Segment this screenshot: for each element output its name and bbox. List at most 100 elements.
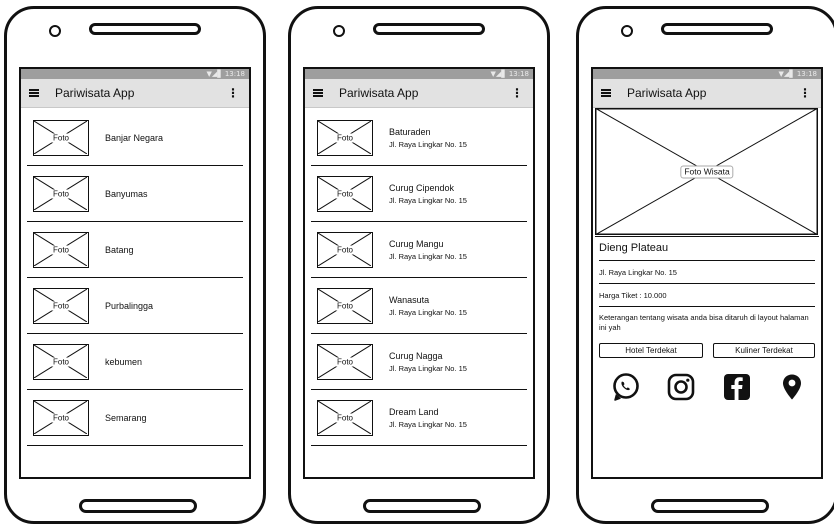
photo-placeholder: Foto xyxy=(33,343,89,380)
list-item[interactable]: Foto Curug Nagga Jl. Raya Lingkar No. 15 xyxy=(311,334,527,390)
screen-region-list: ▼◢▋ 13:18 Pariwisata App ⋮ Foto Banjar N… xyxy=(19,67,251,479)
more-options-icon[interactable]: ⋮ xyxy=(797,86,813,100)
menu-icon[interactable] xyxy=(601,89,611,97)
region-list: Foto Banjar Negara Foto Banyumas Foto Ba… xyxy=(21,108,249,446)
photo-label: Foto xyxy=(50,245,72,254)
menu-icon[interactable] xyxy=(313,89,323,97)
speaker-grille xyxy=(89,23,201,35)
instagram-icon[interactable] xyxy=(666,372,696,402)
action-buttons: Hotel Terdekat Kuliner Terdekat xyxy=(599,343,815,358)
ticket-price: Harga Tiket : 10.000 xyxy=(599,284,815,307)
list-item-label: Dream Land xyxy=(389,406,439,417)
home-button xyxy=(79,499,197,513)
nearest-hotel-button[interactable]: Hotel Terdekat xyxy=(599,343,703,358)
list-item-address: Jl. Raya Lingkar No. 15 xyxy=(389,139,467,149)
photo-label: Foto xyxy=(334,133,356,142)
photo-label: Foto xyxy=(334,357,356,366)
list-item[interactable]: Foto Banjar Negara xyxy=(27,110,243,166)
camera-icon xyxy=(49,25,61,37)
photo-placeholder: Foto xyxy=(33,399,89,436)
list-item-label: Banjar Negara xyxy=(105,132,164,143)
photo-label: Foto xyxy=(50,413,72,422)
list-item-label: Batang xyxy=(105,244,134,255)
photo-label: Foto xyxy=(50,133,72,142)
destination-description: Keterangan tentang wisata anda bisa dita… xyxy=(599,313,809,332)
app-bar: Pariwisata App ⋮ xyxy=(593,79,821,108)
list-item[interactable]: Foto Batang xyxy=(27,222,243,278)
photo-placeholder: Foto xyxy=(317,343,373,380)
social-links xyxy=(599,358,815,402)
photo-placeholder: Foto xyxy=(33,231,89,268)
list-item-text: Dream Land Jl. Raya Lingkar No. 15 xyxy=(389,407,467,429)
photo-label: Foto xyxy=(50,301,72,310)
photo-placeholder: Foto xyxy=(317,231,373,268)
hero-photo-label: Foto Wisata xyxy=(680,165,734,179)
photo-placeholder: Foto xyxy=(317,119,373,156)
location-pin-icon[interactable] xyxy=(777,372,807,402)
phone-frame-2: ▼◢▋ 13:18 Pariwisata App ⋮ Foto Baturade… xyxy=(288,6,550,524)
screen-destination-detail: ▼◢▋ 13:18 Pariwisata App ⋮ Foto Wisata D… xyxy=(591,67,823,479)
list-item[interactable]: Foto Semarang xyxy=(27,390,243,446)
photo-label: Foto xyxy=(334,413,356,422)
list-item[interactable]: Foto Curug Cipendok Jl. Raya Lingkar No.… xyxy=(311,166,527,222)
photo-placeholder: Foto xyxy=(33,175,89,212)
whatsapp-icon[interactable] xyxy=(611,372,641,402)
speaker-grille xyxy=(373,23,485,35)
camera-icon xyxy=(621,25,633,37)
destination-list: Foto Baturaden Jl. Raya Lingkar No. 15 F… xyxy=(305,108,533,446)
list-item[interactable]: Foto Banyumas xyxy=(27,166,243,222)
phone-frame-3: ▼◢▋ 13:18 Pariwisata App ⋮ Foto Wisata D… xyxy=(576,6,834,524)
more-options-icon[interactable]: ⋮ xyxy=(225,86,241,100)
nearest-culinary-button[interactable]: Kuliner Terdekat xyxy=(713,343,815,358)
list-item[interactable]: Foto Wanasuta Jl. Raya Lingkar No. 15 xyxy=(311,278,527,334)
photo-label: Foto xyxy=(334,245,356,254)
photo-placeholder: Foto xyxy=(317,175,373,212)
list-item-label: Purbalingga xyxy=(105,300,154,311)
speaker-grille xyxy=(661,23,773,35)
list-item[interactable]: Foto Curug Mangu Jl. Raya Lingkar No. 15 xyxy=(311,222,527,278)
list-item-label: Wanasuta xyxy=(389,294,430,305)
home-button xyxy=(363,499,481,513)
app-title: Pariwisata App xyxy=(339,86,419,100)
list-item[interactable]: Foto Baturaden Jl. Raya Lingkar No. 15 xyxy=(311,110,527,166)
list-item-label: Semarang xyxy=(105,412,147,423)
photo-label: Foto xyxy=(50,189,72,198)
app-bar: Pariwisata App ⋮ xyxy=(21,79,249,108)
list-item[interactable]: Foto Purbalingga xyxy=(27,278,243,334)
status-bar: ▼◢▋ 13:18 xyxy=(21,69,249,79)
list-item-text: Curug Nagga Jl. Raya Lingkar No. 15 xyxy=(389,351,467,373)
list-item-address: Jl. Raya Lingkar No. 15 xyxy=(389,195,467,205)
list-item-label: Baturaden xyxy=(389,126,431,137)
photo-placeholder: Foto xyxy=(317,287,373,324)
more-options-icon[interactable]: ⋮ xyxy=(509,86,525,100)
list-item-label: Curug Cipendok xyxy=(389,182,455,193)
list-item[interactable]: Foto kebumen xyxy=(27,334,243,390)
list-item-text: Curug Mangu Jl. Raya Lingkar No. 15 xyxy=(389,239,467,261)
photo-label: Foto xyxy=(50,357,72,366)
list-item-label: Curug Mangu xyxy=(389,238,444,249)
app-title: Pariwisata App xyxy=(627,86,707,100)
list-item-address: Jl. Raya Lingkar No. 15 xyxy=(389,251,467,261)
list-item-address: Jl. Raya Lingkar No. 15 xyxy=(389,307,467,317)
photo-label: Foto xyxy=(334,189,356,198)
status-bar: ▼◢▋ 13:18 xyxy=(305,69,533,79)
list-item-address: Jl. Raya Lingkar No. 15 xyxy=(389,363,467,373)
photo-placeholder: Foto xyxy=(317,399,373,436)
app-bar: Pariwisata App ⋮ xyxy=(305,79,533,108)
app-title: Pariwisata App xyxy=(55,86,135,100)
menu-icon[interactable] xyxy=(29,89,39,97)
photo-placeholder: Foto xyxy=(33,119,89,156)
destination-name: Dieng Plateau xyxy=(599,237,815,261)
list-item[interactable]: Foto Dream Land Jl. Raya Lingkar No. 15 xyxy=(311,390,527,446)
home-button xyxy=(651,499,769,513)
camera-icon xyxy=(333,25,345,37)
phone-frame-1: ▼◢▋ 13:18 Pariwisata App ⋮ Foto Banjar N… xyxy=(4,6,266,524)
list-item-address: Jl. Raya Lingkar No. 15 xyxy=(389,419,467,429)
list-item-label: Curug Nagga xyxy=(389,350,443,361)
facebook-icon[interactable] xyxy=(722,372,752,402)
list-item-label: kebumen xyxy=(105,356,143,367)
detail-panel: Dieng Plateau Jl. Raya Lingkar No. 15 Ha… xyxy=(593,237,821,402)
list-item-text: Curug Cipendok Jl. Raya Lingkar No. 15 xyxy=(389,183,467,205)
list-item-text: Baturaden Jl. Raya Lingkar No. 15 xyxy=(389,127,467,149)
status-bar: ▼◢▋ 13:18 xyxy=(593,69,821,79)
